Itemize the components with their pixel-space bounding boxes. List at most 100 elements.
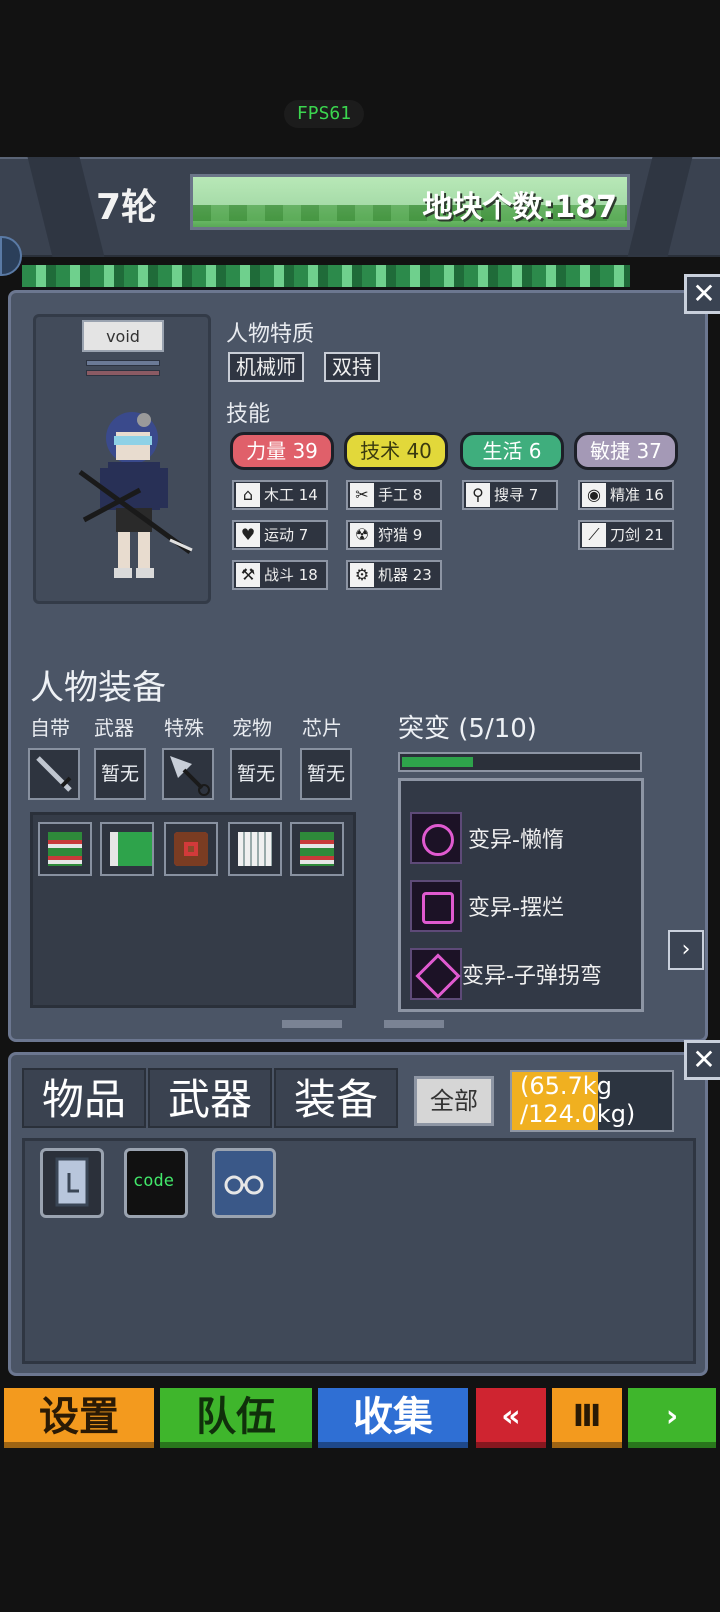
land-count-banner: 地块个数:187 [190,174,630,230]
mutation-item-curve-bullet[interactable]: 变异-子弹拐弯 [408,946,638,1000]
skill-machine[interactable]: ⚙ 机器 23 [346,560,442,590]
lazy-icon [410,812,462,864]
mutation-item-label: 变异-摆烂 [468,896,564,921]
inventory-item-glasses[interactable] [212,1148,276,1218]
bag-item-3[interactable] [164,822,218,876]
next-page-arrow-icon[interactable]: › [668,930,704,970]
skill-label: 手工 8 [378,486,423,504]
skill-label: 精准 16 [610,486,664,504]
bag-item-5[interactable] [290,822,344,876]
slot-chip[interactable]: 暂无 [300,748,352,800]
gear-icon: ⚙ [350,563,374,587]
skill-handcraft[interactable]: ✂ 手工 8 [346,480,442,510]
character-name: void [82,320,164,352]
kunai-icon [170,756,210,796]
tab-equipment[interactable]: 装备 [274,1068,398,1128]
land-count-text: 地块个数:187 [422,190,617,225]
tab-items[interactable]: 物品 [22,1068,146,1128]
page-indicator-1[interactable] [282,1020,342,1028]
book-icon [55,1157,89,1207]
close-character-panel-button[interactable]: ✕ [684,274,720,314]
magnifier-icon: ⚲ [466,483,490,507]
skill-combat[interactable]: ⚒ 战斗 18 [232,560,328,590]
skill-search[interactable]: ⚲ 搜寻 7 [462,480,558,510]
rewind-icon[interactable]: « [476,1388,546,1448]
slot-label-chip: 芯片 [302,716,342,740]
inventory-item-book[interactable] [40,1148,104,1218]
code-chip-icon: code [133,1171,174,1191]
eye-icon: ◉ [582,483,606,507]
skills-title: 技能 [226,402,271,427]
traits-title: 人物特质 [226,322,315,347]
slot-weapon[interactable]: 暂无 [94,748,146,800]
weight-current: (65.7kg [520,1072,612,1100]
skill-label: 木工 14 [264,486,318,504]
mutation-item-slack[interactable]: 变异-摆烂 [408,878,638,932]
trait-tag-dual-wield[interactable]: 双持 [324,352,380,382]
trait-tag-mechanic[interactable]: 机械师 [228,352,304,382]
skill-precision[interactable]: ◉ 精准 16 [578,480,674,510]
settings-button[interactable]: 设置 [4,1388,154,1448]
mutation-item-lazy[interactable]: 变异-懒惰 [408,810,638,864]
inventory-item-code-chip[interactable]: code [124,1148,188,1218]
round-counter: 7轮 [96,187,158,228]
slot-label-pet: 宠物 [232,716,272,740]
scissors-icon: ✂ [350,483,374,507]
collect-button[interactable]: 收集 [318,1388,468,1448]
grass-tiles-row [22,265,630,287]
weight-max: /124.0kg) [520,1100,636,1128]
attribute-life[interactable]: 生活 6 [460,432,564,470]
green-book-icon [300,832,334,866]
music-note-icon [410,880,462,932]
curve-bullet-icon [410,948,462,1000]
green-book-icon [48,832,82,866]
paper-grid-icon [238,832,272,866]
page-indicator-2[interactable] [384,1020,444,1028]
mutation-progress-fill [402,757,473,767]
skill-label: 搜寻 7 [494,486,539,504]
mutation-item-label: 变异-子弹拐弯 [462,964,602,989]
heart-icon: ♥ [236,523,260,547]
close-inventory-button[interactable]: ✕ [684,1040,720,1080]
attribute-agility[interactable]: 敏捷 37 [574,432,678,470]
character-sprite [78,412,193,578]
sword-icon: ⟋ [582,523,606,547]
filter-all-button[interactable]: 全部 [414,1076,494,1126]
mutation-item-label: 变异-懒惰 [468,828,564,853]
mutation-title: 突变 (5/10) [398,714,537,744]
slot-label-special: 特殊 [164,716,204,740]
fps-counter: FPS61 [284,100,364,128]
skill-label: 刀剑 21 [610,526,664,544]
hunger-bar [86,370,160,376]
radiation-icon: ☢ [350,523,374,547]
slot-innate[interactable] [28,748,80,800]
bag-item-2[interactable] [100,822,154,876]
slot-special[interactable] [162,748,214,800]
wrench-icon: ⚒ [236,563,260,587]
skill-label: 战斗 18 [264,566,318,584]
glasses-icon [224,1175,264,1195]
equipment-title: 人物装备 [30,668,166,708]
sword-icon [36,756,72,792]
skill-woodwork[interactable]: ⌂ 木工 14 [232,480,328,510]
attribute-strength[interactable]: 力量 39 [230,432,334,470]
tab-weapons[interactable]: 武器 [148,1068,272,1128]
skill-label: 机器 23 [378,566,432,584]
skill-label: 狩猎 9 [378,526,423,544]
slot-label-weapon: 武器 [94,716,134,740]
skill-hunting[interactable]: ☢ 狩猎 9 [346,520,442,550]
house-icon: ⌂ [236,483,260,507]
skill-blade[interactable]: ⟋ 刀剑 21 [578,520,674,550]
play-icon[interactable]: › [628,1388,716,1448]
attribute-tech[interactable]: 技术 40 [344,432,448,470]
red-book-icon [174,832,208,866]
bag-item-1[interactable] [38,822,92,876]
slot-pet[interactable]: 暂无 [230,748,282,800]
team-button[interactable]: 队伍 [160,1388,312,1448]
slot-label-innate: 自带 [30,716,70,740]
health-bar [86,360,160,366]
bag-item-4[interactable] [228,822,282,876]
green-door-icon [110,832,152,866]
skill-sport[interactable]: ♥ 运动 7 [232,520,328,550]
pause-icon[interactable]: Ⅲ [552,1388,622,1448]
